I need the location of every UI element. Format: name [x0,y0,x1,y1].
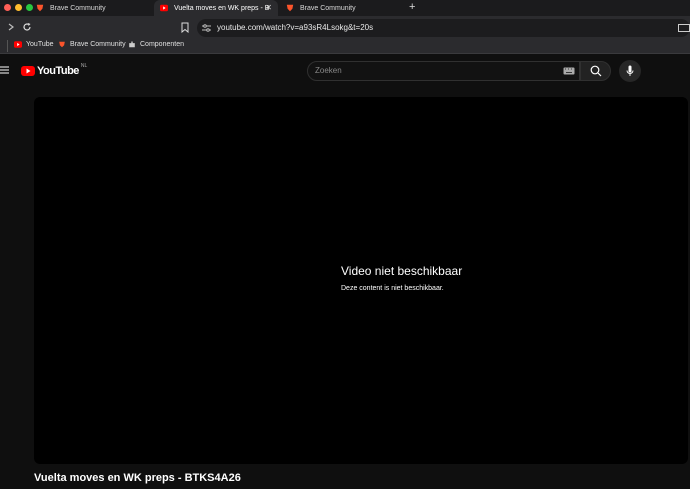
search-input[interactable] [307,61,580,81]
youtube-logo[interactable]: YouTube NL [21,63,88,77]
sidebar-icon[interactable] [678,24,690,32]
reload-icon[interactable] [22,22,32,32]
error-title: Video niet beschikbaar [341,264,463,278]
puzzle-piece-icon [129,41,135,48]
menu-icon[interactable] [0,66,9,74]
bookmark-icon[interactable] [181,22,189,33]
bookmark-componenten[interactable]: Componenten [128,41,184,48]
youtube-icon [14,41,22,48]
minimize-window-icon[interactable] [15,4,22,11]
tab-vuelta-video[interactable]: Vuelta moves en WK preps - B ✕ [154,0,278,16]
tab-brave-community-2[interactable]: Brave Community [280,0,402,16]
new-tab-icon[interactable]: + [409,1,415,13]
video-player[interactable] [34,97,688,464]
tab-brave-community-1[interactable]: Brave Community [30,0,152,16]
brave-lion-icon [286,4,294,12]
forward-icon[interactable] [7,23,15,31]
microphone-icon [626,65,634,76]
region-code: NL [80,63,88,69]
youtube-icon [160,4,168,12]
brave-lion-icon [59,41,65,48]
search-placeholder: Zoeken [315,66,342,75]
site-settings-icon[interactable] [202,24,211,32]
error-subtitle: Deze content is niet beschikbaar. [341,285,444,292]
brave-lion-icon [36,4,44,12]
tab-label: Brave Community [300,4,356,12]
bookmark-brave-community[interactable]: Brave Community [58,41,126,48]
search-icon [590,65,602,77]
tab-label: Brave Community [50,4,106,12]
youtube-wordmark: YouTube [37,65,79,77]
video-title: Vuelta moves en WK preps - BTKS4A26 [34,472,241,484]
close-tab-icon[interactable]: ✕ [265,3,272,12]
keyboard-icon[interactable] [563,67,575,75]
address-url: youtube.com/watch?v=a93sR4Lsokg&t=20s [217,23,374,32]
tab-label: Vuelta moves en WK preps - B [174,4,270,12]
close-window-icon[interactable] [4,4,11,11]
youtube-play-icon [21,66,35,76]
bookmarks-divider [7,40,8,52]
bookmark-youtube[interactable]: YouTube [14,41,54,48]
